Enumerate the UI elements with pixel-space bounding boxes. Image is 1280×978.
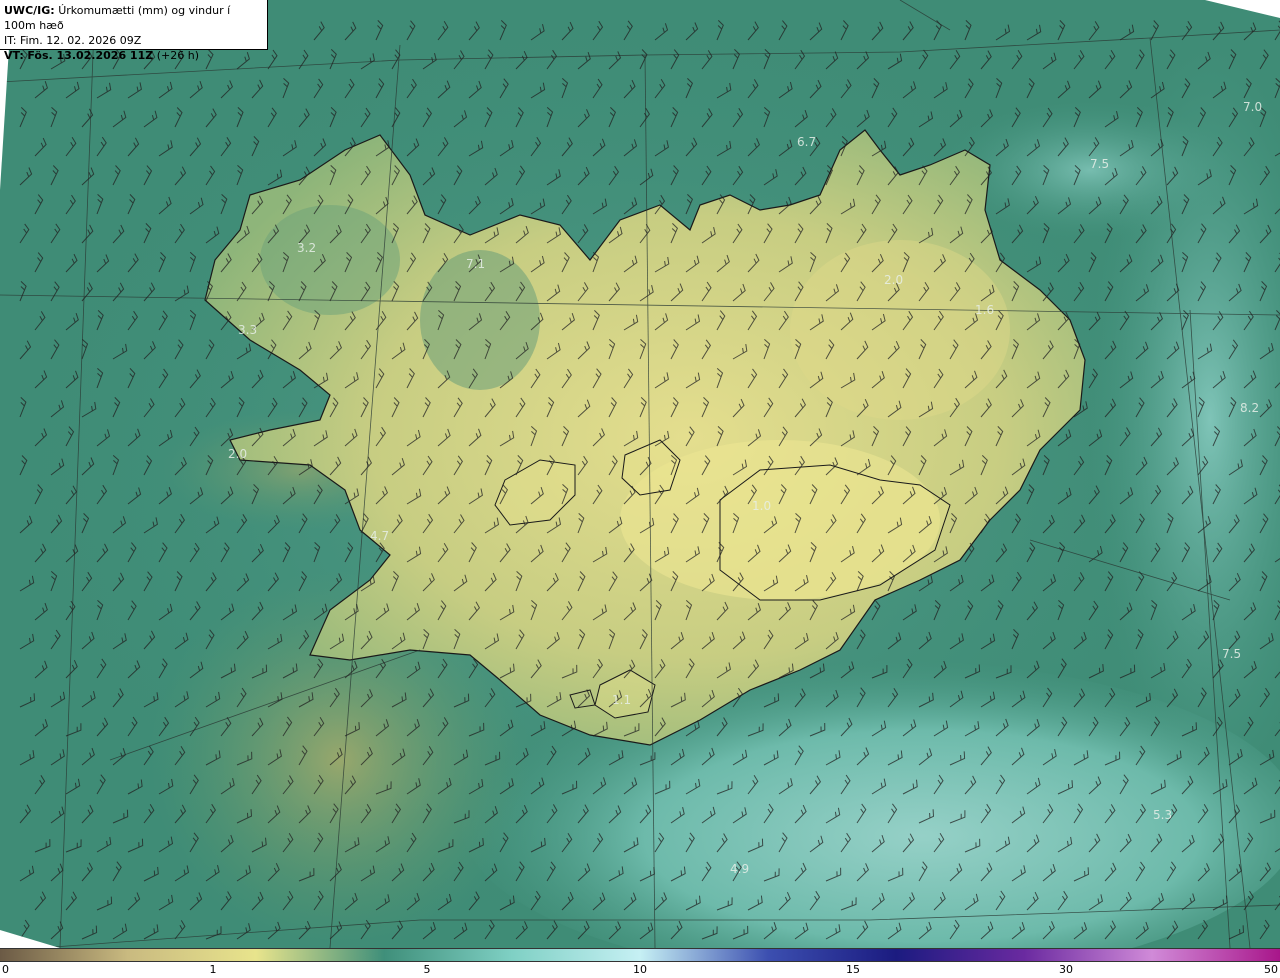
lead-time: (+26 h) (156, 49, 199, 62)
precip-label: 7.5 (1222, 647, 1241, 661)
precip-label: 1.1 (612, 693, 631, 707)
precip-label: 8.2 (1240, 401, 1259, 415)
precip-label: 5.3 (1153, 808, 1172, 822)
colorbar-strip (0, 948, 1280, 962)
colorbar-tick: 5 (423, 963, 431, 976)
map-title-box: UWC/IG: Úrkomumætti (mm) og vindur í 100… (0, 0, 268, 62)
precip-label: 7.5 (1090, 157, 1109, 171)
precip-label: 7.0 (1243, 100, 1262, 114)
valid-prefix: VT: (4, 49, 24, 62)
precip-label: 6.7 (797, 135, 816, 149)
precip-label: 1.6 (975, 303, 994, 317)
colorbar-tick: 1 (209, 963, 217, 976)
precip-label: 7.1 (466, 257, 485, 271)
precip-label: 2.0 (884, 273, 903, 287)
precip-label: 4.9 (730, 862, 749, 876)
colorbar-tick: 0 (2, 963, 9, 976)
precip-label: 3.2 (297, 241, 316, 255)
colorbar-tick: 10 (633, 963, 647, 976)
colorbar-tick: 15 (846, 963, 860, 976)
precip-label: 1.0 (752, 499, 771, 513)
model-name: UWC/IG: (4, 4, 55, 17)
init-time: IT: Fim. 12. 02. 2026 09Z (4, 34, 142, 47)
precip-label: 3.3 (238, 323, 257, 337)
valid-time: Fös. 13.02.2026 11Z (27, 49, 154, 62)
map-canvas: 6.7 7.0 7.5 3.2 7.1 3.3 2.0 1.6 2.0 8.2 … (0, 0, 1280, 948)
map-panel[interactable]: 6.7 7.0 7.5 3.2 7.1 3.3 2.0 1.6 2.0 8.2 … (0, 0, 1280, 948)
precip-label: 4.7 (370, 529, 389, 543)
colorbar: 0 1 5 10 15 30 50 (0, 948, 1280, 978)
precip-label: 2.0 (228, 447, 247, 461)
colorbar-tick: 30 (1059, 963, 1073, 976)
colorbar-tick: 50 (1264, 963, 1278, 976)
